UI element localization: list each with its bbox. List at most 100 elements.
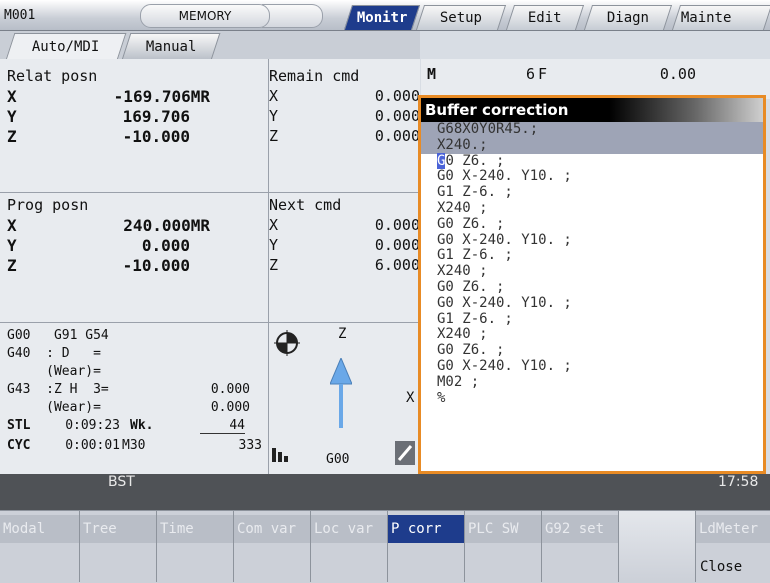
modal-g40: G40 : D = <box>7 346 101 361</box>
status-strip: BST 17:58 <box>0 474 770 510</box>
relat-x-axis: X <box>7 87 17 106</box>
program-line[interactable]: G0 X-240. Y10. ; <box>421 169 763 185</box>
modal-g43-wear: (Wear)= <box>7 400 101 415</box>
tab-monitr[interactable]: Monitr <box>343 5 421 30</box>
softkey-loc-var-label: Loc var <box>311 515 387 543</box>
edit-pencil-icon <box>395 441 415 465</box>
softkey-close-label[interactable]: Close <box>700 559 742 575</box>
prog-posn-title: Prog posn <box>7 196 89 214</box>
program-line[interactable]: G0 X-240. Y10. ; <box>421 232 763 249</box>
m-value: 6 <box>525 65 535 83</box>
tab-setup-label: Setup <box>439 10 482 26</box>
softkey-p-corr[interactable]: P corr <box>388 510 465 582</box>
relat-y-value: 169.706 <box>122 107 190 126</box>
program-line-cursor[interactable]: G0 Z6. ; <box>421 152 763 170</box>
mode-indicator: MEMORY <box>140 4 270 28</box>
softkey-bar: Modal Tree Time Com var Loc var P corr P… <box>0 510 770 583</box>
modal-g43: G43 :Z H 3= <box>7 382 109 397</box>
program-line[interactable]: G0 Z6. ; <box>421 342 763 359</box>
softkey-loc-var[interactable]: Loc var <box>311 510 388 582</box>
softkey-ldmeter-label: LdMeter <box>696 515 770 543</box>
modal-g43-value: 0.000 <box>210 382 250 397</box>
softkey-plc-sw-label: PLC SW <box>465 515 541 543</box>
program-line[interactable]: G68X0Y0R45.; <box>421 121 763 138</box>
program-line-rest: 0 Z6. ; <box>445 152 505 169</box>
program-line[interactable]: % <box>421 390 763 407</box>
softkey-g92-set-label: G92 set <box>542 515 618 543</box>
axis-graphic-pane: Z X G00 <box>268 322 420 475</box>
prog-posn-pane: Prog posn X 240.000MR Y 0.000 Z -10.000 <box>0 192 269 323</box>
softkey-tree[interactable]: Tree <box>80 510 157 582</box>
f-label: F <box>538 65 548 83</box>
relat-x-value: -169.706MR <box>113 87 210 106</box>
modal-g43-wear-value: 0.000 <box>210 400 250 415</box>
program-line[interactable]: G1 Z-6. ; <box>421 311 763 328</box>
program-line[interactable]: G0 X-240. Y10. ; <box>421 358 763 375</box>
remain-z-value: 0.000 <box>374 127 420 145</box>
remain-y-axis: Y <box>269 107 279 125</box>
remain-cmd-pane: Remain cmd X 0.000 Y 0.000 Z 0.000 <box>268 59 420 193</box>
softkey-plc-sw[interactable]: PLC SW <box>465 510 542 582</box>
relat-z-axis: Z <box>7 127 17 146</box>
axis-z-label: Z <box>338 326 347 342</box>
cyc-time: 0:00:01 <box>65 438 120 453</box>
m30-label: M30 <box>122 438 146 453</box>
softkey-blank[interactable] <box>619 510 696 582</box>
softkey-com-var-label: Com var <box>234 515 310 543</box>
tool-arrow-icon <box>330 358 352 428</box>
next-cmd-pane: Next cmd X 0.000 Y 0.000 Z 6.000 <box>268 192 420 323</box>
prog-z-value: -10.000 <box>122 256 190 275</box>
g-code-indicator: G00 <box>326 452 350 467</box>
subtab-auto-mdi[interactable]: Auto/MDI <box>5 33 127 60</box>
buffer-program-list[interactable]: G68X0Y0R45.; X240.; G0 Z6. ; G0 X-240. Y… <box>421 121 763 407</box>
tab-setup[interactable]: Setup <box>415 5 507 30</box>
subtab-manual-label: Manual <box>145 39 197 55</box>
softkey-time[interactable]: Time <box>157 510 234 582</box>
softkey-blank-label <box>619 515 695 543</box>
softkey-time-label: Time <box>157 515 233 543</box>
softkey-ldmeter[interactable]: LdMeter Close <box>696 510 770 582</box>
next-y-value: 0.000 <box>374 236 420 254</box>
buffer-correction-window[interactable]: Buffer correction G68X0Y0R45.; X240.; G0… <box>418 95 766 474</box>
f-value: 0.00 <box>659 65 696 83</box>
tab-mainte-label: Mainte <box>680 10 732 26</box>
softkey-tree-label: Tree <box>80 515 156 543</box>
subtab-manual[interactable]: Manual <box>121 33 221 60</box>
wk-label: Wk. <box>130 418 154 433</box>
softkey-g92-set[interactable]: G92 set <box>542 510 619 582</box>
program-line[interactable]: G1 Z-6. ; <box>421 184 763 201</box>
tab-mainte[interactable]: Mainte <box>671 5 770 30</box>
cyc-label: CYC <box>7 438 31 453</box>
program-line[interactable]: G0 X-240. Y10. ; <box>421 295 763 312</box>
tab-edit[interactable]: Edit <box>505 5 585 30</box>
remain-x-axis: X <box>269 87 279 105</box>
tab-monitr-label: Monitr <box>356 10 408 26</box>
modal-g40-wear: (Wear)= <box>7 364 101 379</box>
program-line[interactable]: X240 ; <box>421 327 763 343</box>
m30-value: 333 <box>238 438 262 453</box>
remain-cmd-title: Remain cmd <box>269 67 360 85</box>
program-line[interactable]: G0 Z6. ; <box>421 279 763 296</box>
softkey-p-corr-label: P corr <box>388 515 464 543</box>
next-cmd-title: Next cmd <box>269 196 342 214</box>
axis-x-label: X <box>406 390 415 406</box>
relat-posn-title: Relat posn <box>7 67 98 85</box>
program-line[interactable]: X240 ; <box>421 200 763 217</box>
relat-posn-pane: Relat posn X -169.706MR Y 169.706 Z -10.… <box>0 59 269 193</box>
program-line[interactable]: G1 Z-6. ; <box>421 248 763 264</box>
tab-diagn[interactable]: Diagn <box>583 5 673 30</box>
softkey-com-var[interactable]: Com var <box>234 510 311 582</box>
program-line[interactable]: G0 Z6. ; <box>421 216 763 233</box>
relat-y-axis: Y <box>7 107 17 126</box>
program-line[interactable]: X240.; <box>421 137 763 154</box>
prog-y-value: 0.000 <box>141 236 190 255</box>
program-line[interactable]: M02 ; <box>421 374 763 391</box>
softkey-modal[interactable]: Modal <box>0 510 80 582</box>
m-label: M <box>427 65 437 83</box>
modal-info-pane: G00 G91 G54 G40 : D = (Wear)= G43 :Z H 3… <box>0 322 269 475</box>
program-line[interactable]: X240 ; <box>421 263 763 280</box>
next-x-value: 0.000 <box>374 216 420 234</box>
clock: 17:58 <box>718 474 759 490</box>
prog-x-axis: X <box>7 216 17 235</box>
remain-y-value: 0.000 <box>374 107 420 125</box>
